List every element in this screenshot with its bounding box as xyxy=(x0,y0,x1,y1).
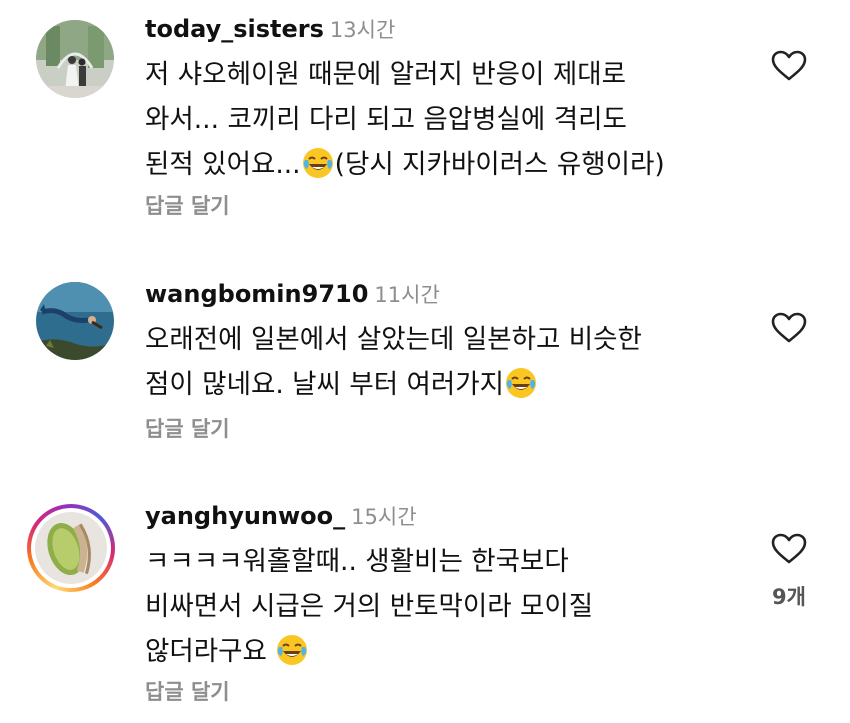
avatar-image xyxy=(35,512,107,584)
comment-line-text: 않더라구요 xyxy=(145,636,276,667)
username[interactable]: yanghyunwoo_ xyxy=(145,502,345,530)
username[interactable]: wangbomin9710 xyxy=(145,280,368,308)
comment-text: ㅋㅋㅋㅋ워홀할때.. 생활비는 한국보다 비싸면서 시급은 거의 반토막이라 모… xyxy=(145,539,745,674)
like-count[interactable]: 9개 xyxy=(772,581,806,611)
heart-outline-icon xyxy=(771,312,807,343)
comment-line: 저 샤오헤이원 때문에 알러지 반응이 제대로 xyxy=(145,59,626,90)
avatar-ring-inner xyxy=(31,508,111,588)
like-button[interactable] xyxy=(771,50,807,82)
pistachio-avatar-icon xyxy=(35,512,107,584)
avatar[interactable] xyxy=(36,20,114,98)
comment-line-text: 된적 있어요... xyxy=(145,149,301,180)
heart-outline-icon xyxy=(771,533,807,564)
comment-line: 와서... 코끼리 다리 되고 음압병실에 격리도 xyxy=(145,104,627,135)
face-with-tears-of-joy-icon xyxy=(302,147,334,179)
comment-line-suffix: (당시 지카바이러스 유행이라) xyxy=(334,149,665,180)
face-with-tears-of-joy-icon xyxy=(276,634,308,666)
timestamp: 13시간 xyxy=(329,18,396,42)
comment-line: 된적 있어요... (당시 지카바이러스 유행이라) xyxy=(145,142,745,187)
like-button[interactable] xyxy=(771,312,807,344)
username[interactable]: today_sisters xyxy=(145,15,324,43)
heart-outline-icon xyxy=(771,50,807,81)
face-with-tears-of-joy-icon xyxy=(505,367,537,399)
comment-line: 점이 많네요. 날씨 부터 여러가지 xyxy=(145,362,745,407)
reply-button[interactable]: 답글 달기 xyxy=(145,676,230,706)
comment-text: 오래전에 일본에서 살았는데 일본하고 비슷한 점이 많네요. 날씨 부터 여러… xyxy=(145,317,745,407)
comment-line: 오래전에 일본에서 살았는데 일본하고 비슷한 xyxy=(145,324,642,355)
reply-button[interactable]: 답글 달기 xyxy=(145,413,230,443)
wedding-photo-avatar-icon xyxy=(36,20,114,98)
comment-header: today_sisters 13시간 xyxy=(145,14,395,44)
comment-line: ㅋㅋㅋㅋ워홀할때.. 생활비는 한국보다 xyxy=(145,546,569,577)
like-button[interactable] xyxy=(771,533,807,565)
reply-button[interactable]: 답글 달기 xyxy=(145,190,230,220)
comment-line: 비싸면서 시급은 거의 반토막이라 모이질 xyxy=(145,591,594,622)
mermaid-underwater-avatar-icon xyxy=(36,282,114,360)
avatar[interactable] xyxy=(27,504,115,592)
comment-text: 저 샤오헤이원 때문에 알러지 반응이 제대로 와서... 코끼리 다리 되고 … xyxy=(145,52,745,187)
avatar[interactable] xyxy=(36,282,114,360)
comment-header: wangbomin9710 11시간 xyxy=(145,279,440,309)
comment-line-text: 점이 많네요. 날씨 부터 여러가지 xyxy=(145,369,505,400)
timestamp: 11시간 xyxy=(374,283,440,307)
timestamp: 15시간 xyxy=(351,505,417,529)
comment-line: 않더라구요 xyxy=(145,629,745,674)
comment-header: yanghyunwoo_ 15시간 xyxy=(145,501,417,531)
